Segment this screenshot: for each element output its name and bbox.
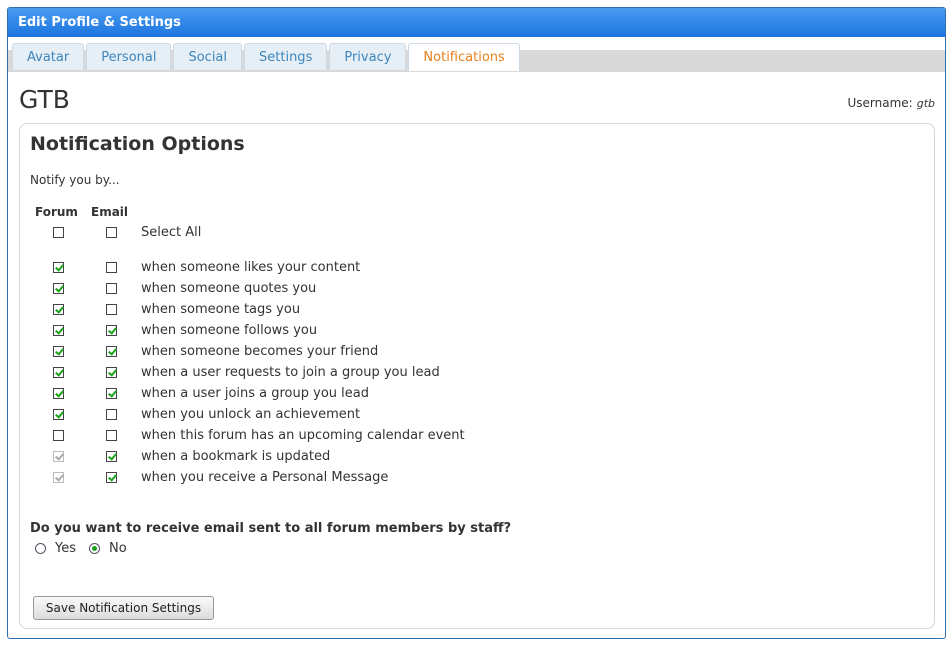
tab-settings[interactable]: Settings: [244, 43, 328, 70]
option-label: when someone becomes your friend: [141, 344, 379, 359]
option-label: when someone tags you: [141, 302, 301, 317]
username-info: Username: gtb: [848, 96, 936, 110]
notification-option-row: when you receive a Personal Message: [20, 469, 620, 490]
notify-intro: Notify you by...: [30, 173, 120, 187]
notification-option-row: when a bookmark is updated: [20, 448, 620, 469]
staff-email-question: Do you want to receive email sent to all…: [30, 521, 512, 536]
tab-notifications[interactable]: Notifications: [408, 43, 520, 71]
tab-social[interactable]: Social: [173, 43, 243, 70]
email-checkbox[interactable]: [106, 325, 117, 336]
option-label: when someone quotes you: [141, 281, 317, 296]
window-title: Edit Profile & Settings: [8, 8, 945, 37]
forum-checkbox[interactable]: [53, 430, 64, 441]
staff-email-yes-label[interactable]: Yes: [55, 541, 76, 556]
select-all-forum-checkbox[interactable]: [53, 227, 64, 238]
notification-option-row: when someone follows you: [20, 322, 620, 343]
notification-option-row: when someone likes your content: [20, 259, 620, 280]
forum-checkbox[interactable]: [53, 346, 64, 357]
option-label: when a user joins a group you lead: [141, 386, 369, 401]
select-all-email-checkbox[interactable]: [106, 227, 117, 238]
forum-checkbox[interactable]: [53, 409, 64, 420]
notification-option-row: when a user joins a group you lead: [20, 385, 620, 406]
save-notification-settings-button[interactable]: Save Notification Settings: [33, 596, 214, 620]
forum-checkbox[interactable]: [53, 325, 64, 336]
notification-options-panel: Notification Options Notify you by... Fo…: [19, 123, 935, 629]
forum-checkbox[interactable]: [53, 388, 64, 399]
email-checkbox[interactable]: [106, 409, 117, 420]
notification-option-row: when a user requests to join a group you…: [20, 364, 620, 385]
tab-privacy[interactable]: Privacy: [329, 43, 407, 70]
forum-checkbox[interactable]: [53, 283, 64, 294]
option-label: when someone follows you: [141, 323, 318, 338]
email-checkbox[interactable]: [106, 262, 117, 273]
staff-email-yes-radio[interactable]: [35, 543, 46, 554]
notification-option-row: when someone quotes you: [20, 280, 620, 301]
email-checkbox[interactable]: [106, 304, 117, 315]
notification-option-row: when this forum has an upcoming calendar…: [20, 427, 620, 448]
option-label: when you unlock an achievement: [141, 407, 361, 422]
username-value: gtb: [916, 97, 935, 110]
option-label: when this forum has an upcoming calendar…: [141, 428, 465, 443]
email-checkbox[interactable]: [106, 472, 117, 483]
edit-profile-window: Edit Profile & Settings Avatar Personal So…: [7, 7, 946, 639]
forum-checkbox[interactable]: [53, 262, 64, 273]
email-checkbox[interactable]: [106, 388, 117, 399]
notification-option-row: when someone becomes your friend: [20, 343, 620, 364]
tabs: Avatar Personal Social Settings Privacy Notif…: [12, 43, 522, 71]
staff-email-no-label[interactable]: No: [109, 541, 127, 556]
panel-heading: Notification Options: [30, 133, 245, 155]
option-label: when someone likes your content: [141, 260, 361, 275]
column-header-email: Email: [91, 205, 129, 219]
email-checkbox[interactable]: [106, 451, 117, 462]
forum-checkbox[interactable]: [53, 304, 64, 315]
forum-checkbox: [53, 472, 64, 483]
column-header-forum: Forum: [35, 205, 78, 219]
email-checkbox[interactable]: [106, 430, 117, 441]
email-checkbox[interactable]: [106, 367, 117, 378]
forum-checkbox[interactable]: [53, 367, 64, 378]
tab-bar: Avatar Personal Social Settings Privacy Notif…: [8, 37, 945, 72]
tab-avatar[interactable]: Avatar: [12, 43, 85, 70]
email-checkbox[interactable]: [106, 346, 117, 357]
email-checkbox[interactable]: [106, 283, 117, 294]
select-all-label: Select All: [141, 225, 202, 240]
username-label: Username:: [847, 96, 913, 110]
forum-checkbox: [53, 451, 64, 462]
tab-personal[interactable]: Personal: [86, 43, 172, 70]
staff-email-no-radio[interactable]: [89, 543, 100, 554]
notification-option-row: when someone tags you: [20, 301, 620, 322]
option-label: when you receive a Personal Message: [141, 470, 389, 485]
option-label: when a bookmark is updated: [141, 449, 331, 464]
profile-display-name: GTB: [19, 85, 70, 114]
option-label: when a user requests to join a group you…: [141, 365, 440, 380]
notification-option-row: when you unlock an achievement: [20, 406, 620, 427]
select-all-row: Select All: [20, 224, 620, 245]
